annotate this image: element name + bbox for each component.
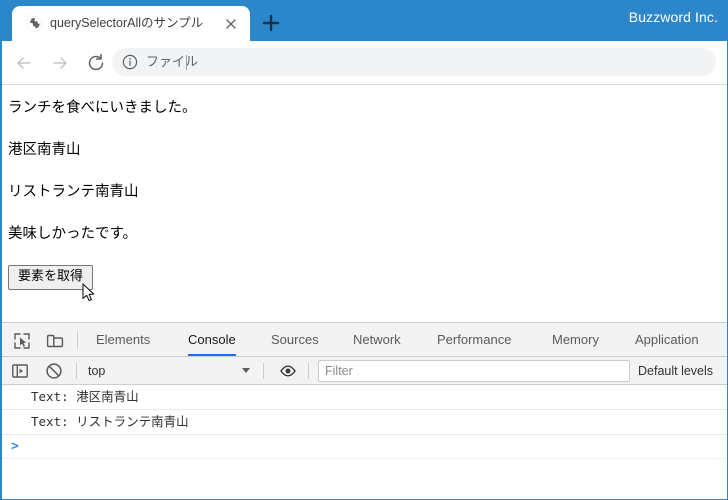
page-paragraph: リストランテ南青山 (8, 184, 139, 200)
console-divider (308, 363, 309, 379)
page-viewport: ランチを食べにいきました。 港区南青山 リストランテ南青山 美味しかったです。 … (0, 86, 728, 322)
clear-console-icon[interactable] (45, 362, 63, 380)
brand-label: Buzzword Inc. (628, 9, 718, 25)
devtools-tabbar: Elements Console Sources Network Perform… (0, 323, 728, 357)
log-levels-selector[interactable]: Default levels (638, 361, 713, 381)
reload-icon[interactable] (84, 51, 108, 75)
tab-sources[interactable]: Sources (271, 323, 319, 356)
devtools-panel: Elements Console Sources Network Perform… (0, 322, 728, 500)
console-message[interactable]: Text: リストランテ南青山 (0, 410, 728, 435)
info-circle-icon[interactable] (122, 54, 138, 70)
tab-strip: querySelectorAllのサンプル Buzzword Inc. (0, 0, 728, 41)
page-paragraph: ランチを食べにいきました。 (8, 100, 197, 116)
close-icon[interactable] (222, 15, 240, 33)
browser-window: querySelectorAllのサンプル Buzzword Inc. ファイル… (0, 0, 728, 500)
console-message-text: Text: リストランテ南青山 (31, 414, 189, 429)
page-paragraph: 港区南青山 (8, 142, 81, 158)
tab-console[interactable]: Console (188, 323, 236, 356)
console-message-text: Text: 港区南青山 (31, 389, 139, 404)
console-divider (76, 363, 77, 379)
console-message[interactable]: Text: 港区南青山 (0, 385, 728, 410)
tab-network[interactable]: Network (353, 323, 401, 356)
address-bar[interactable]: ファイル (112, 48, 716, 76)
back-icon[interactable] (12, 51, 36, 75)
prompt-caret-icon: > (11, 439, 19, 454)
browser-tab[interactable]: querySelectorAllのサンプル (12, 6, 250, 41)
console-prompt[interactable]: > (0, 435, 728, 459)
forward-icon[interactable] (48, 51, 72, 75)
tab-title: querySelectorAllのサンプル (50, 16, 204, 30)
address-scheme-label: ファイル (146, 54, 199, 69)
filter-input[interactable] (318, 360, 630, 382)
globe-icon (26, 16, 42, 32)
tab-application[interactable]: Application (635, 323, 699, 356)
tab-memory[interactable]: Memory (552, 323, 599, 356)
console-toolbar: top Default levels (0, 357, 728, 385)
tab-performance[interactable]: Performance (437, 323, 511, 356)
console-output[interactable]: Text: 港区南青山 Text: リストランテ南青山 > (0, 385, 728, 500)
page-paragraph: 美味しかったです。 (8, 226, 138, 242)
new-tab-button[interactable] (258, 10, 284, 36)
address-caret (186, 55, 187, 70)
browser-toolbar: ファイル (0, 41, 728, 85)
device-toolbar-icon[interactable] (45, 331, 65, 351)
get-elements-button[interactable]: 要素を取得 (8, 265, 94, 290)
console-divider (263, 363, 264, 379)
execution-context-selector[interactable]: top (88, 361, 256, 381)
toolbar-divider (77, 331, 78, 349)
tab-elements[interactable]: Elements (96, 323, 150, 356)
inspect-element-icon[interactable] (12, 331, 32, 351)
console-sidebar-icon[interactable] (11, 362, 29, 380)
live-expression-eye-icon[interactable] (278, 362, 298, 380)
chevron-down-icon[interactable] (242, 368, 250, 373)
